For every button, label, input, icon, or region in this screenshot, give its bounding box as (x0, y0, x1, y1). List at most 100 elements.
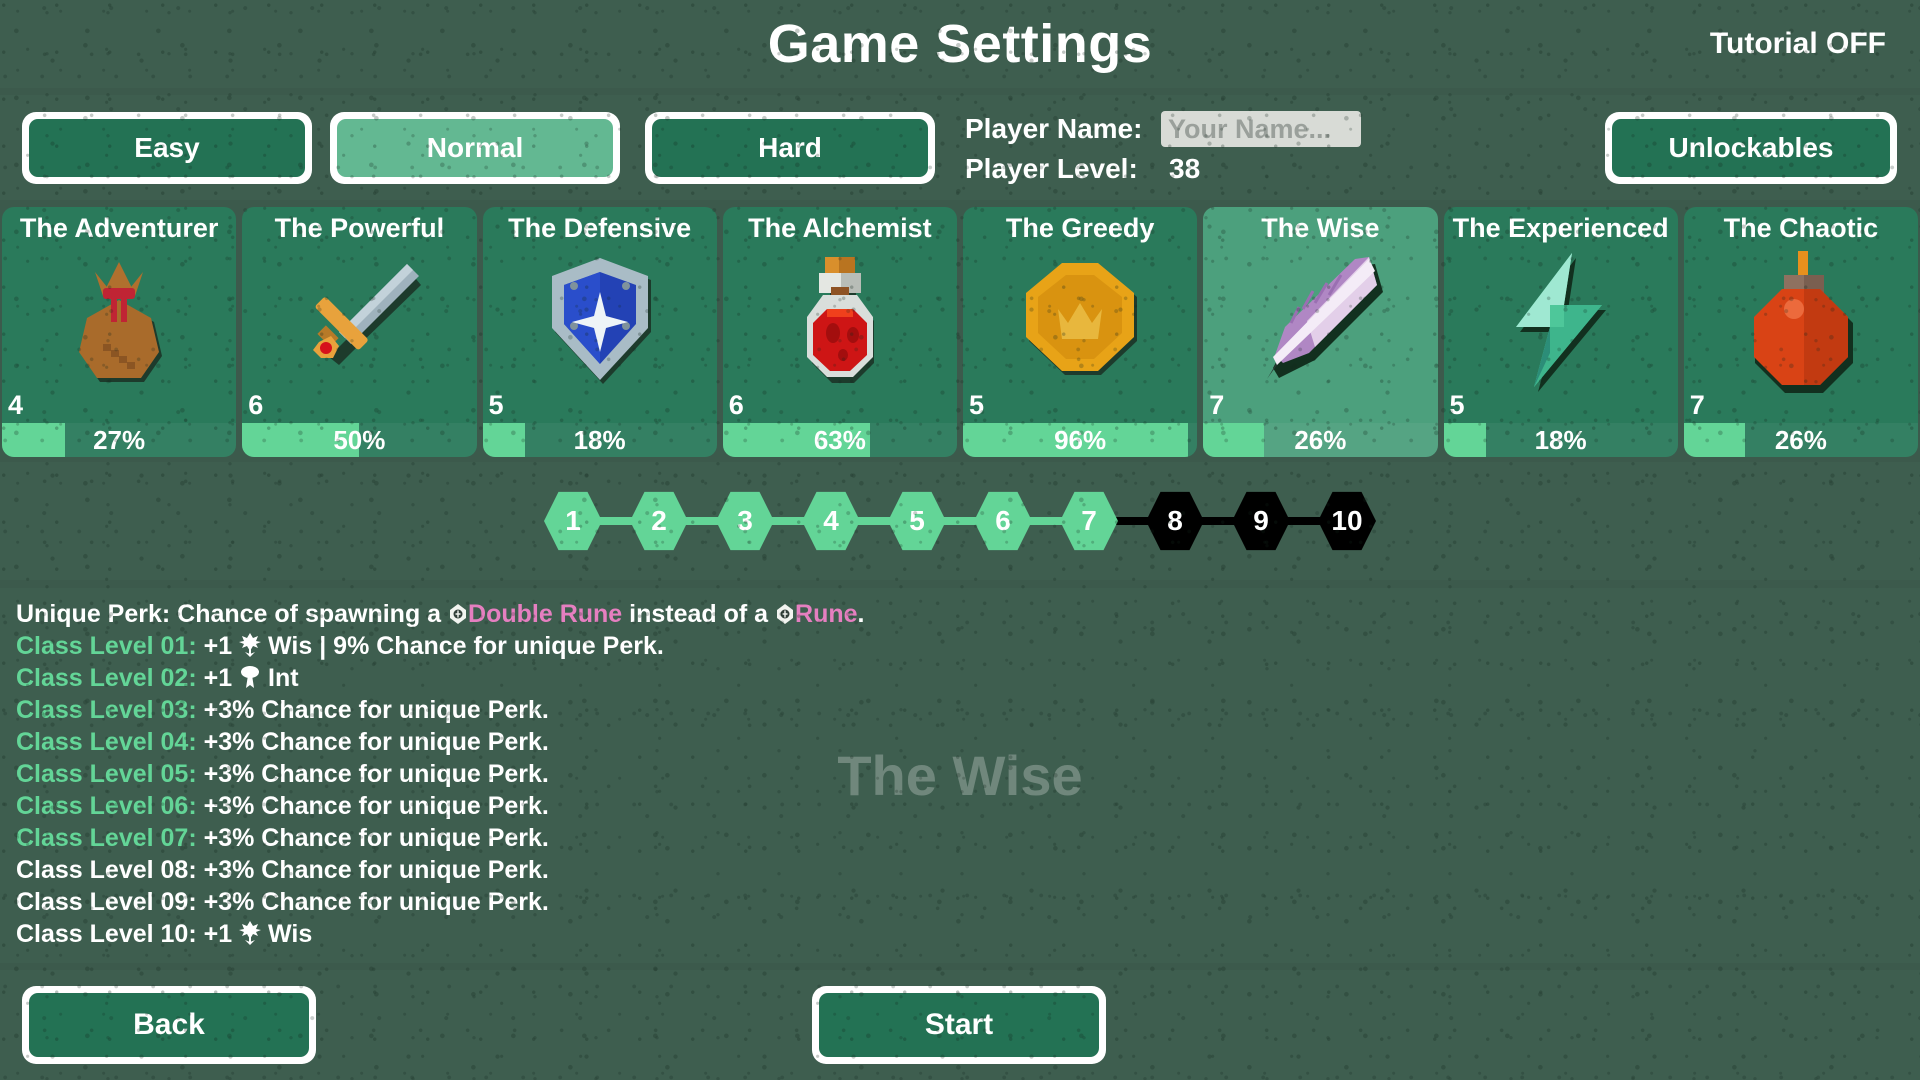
level-node-7[interactable]: 7 (1060, 491, 1118, 551)
class-card-level: 5 (1449, 390, 1465, 420)
class-card-the-powerful[interactable]: The Powerful 6 50% (242, 207, 477, 457)
class-card-percent: 96% (1054, 424, 1107, 455)
class-card-the-greedy[interactable]: The Greedy 5 96% (963, 207, 1198, 457)
class-card-title: The Adventurer (19, 213, 219, 243)
class-level-line: Class Level 01: +1 Wis | 9% Chance for u… (16, 630, 1904, 662)
class-level-line: Class Level 07: +3% Chance for unique Pe… (16, 822, 1904, 854)
unique-perk-middle: instead of a (622, 600, 776, 628)
class-description-panel: The Wise Unique Perk: Chance of spawning… (0, 588, 1920, 963)
class-card-title: The Greedy (1005, 213, 1155, 243)
wis-icon (239, 920, 262, 948)
feather-icon (1203, 245, 1437, 397)
class-level-text: Wis | 9% Chance for unique Perk. (268, 632, 664, 660)
class-card-progress: 18% (482, 423, 717, 457)
class-card-level: 7 (1209, 390, 1225, 420)
level-node-1[interactable]: 1 (544, 491, 602, 551)
class-level-line: Class Level 05: +3% Chance for unique Pe… (16, 758, 1904, 790)
class-card-percent: 27% (93, 424, 146, 455)
class-card-the-defensive[interactable]: The Defensive 5 18% (482, 207, 717, 457)
level-node-4[interactable]: 4 (802, 491, 860, 551)
class-card-progress: 63% (722, 423, 957, 457)
unlockables-label: Unlockables (1612, 119, 1890, 177)
class-level-text: Int (268, 664, 299, 692)
settings-toolbar: Easy Normal Hard Player Name: Player Lev… (0, 95, 1920, 200)
class-card-the-experienced[interactable]: The Experienced 5 18% (1443, 207, 1678, 457)
shield-icon (483, 245, 717, 397)
class-card-the-wise[interactable]: The Wise 7 26% (1203, 207, 1438, 457)
class-level-line: Class Level 02: +1 Int (16, 662, 1904, 694)
player-level-label: Player Level: (965, 153, 1138, 184)
class-level-label: Class Level 01: (16, 632, 197, 660)
class-level-label: Class Level 06: (16, 792, 197, 820)
lightning-icon (1444, 245, 1678, 397)
level-node-8[interactable]: 8 (1146, 491, 1204, 551)
class-card-the-adventurer[interactable]: The Adventurer 4 27% (2, 207, 237, 457)
level-node-9[interactable]: 9 (1232, 491, 1290, 551)
level-node-row: 1 2 3 4 5 6 7 8 9 10 (544, 490, 1376, 552)
class-level-label: Class Level 04: (16, 728, 197, 756)
difficulty-label-normal: Normal (337, 119, 613, 177)
class-level-delta: +1 (203, 632, 233, 660)
level-node-5[interactable]: 5 (888, 491, 946, 551)
back-button[interactable]: Back (22, 986, 316, 1064)
class-card-the-chaotic[interactable]: The Chaotic 7 26% (1683, 207, 1918, 457)
rune-icon (448, 600, 468, 628)
rune-icon (775, 600, 795, 628)
page-title: Game Settings (767, 14, 1153, 74)
class-level-line: Class Level 09: +3% Chance for unique Pe… (16, 886, 1904, 918)
class-level-line: Class Level 06: +3% Chance for unique Pe… (16, 790, 1904, 822)
class-card-progress: 18% (1443, 423, 1678, 457)
class-level-track: 1 2 3 4 5 6 7 8 9 10 (0, 462, 1920, 580)
difficulty-button-hard[interactable]: Hard (645, 112, 935, 184)
back-label: Back (29, 993, 309, 1057)
player-name-input[interactable] (1161, 111, 1361, 147)
player-level-value: 38 (1169, 153, 1201, 184)
class-level-track-panel: 1 2 3 4 5 6 7 8 9 10 (0, 462, 1920, 580)
class-card-percent: 26% (1294, 424, 1347, 455)
class-card-title: The Wise (1261, 213, 1380, 243)
class-card-level: 7 (1689, 390, 1705, 420)
start-button[interactable]: Start (812, 986, 1106, 1064)
double-rune-label: Double Rune (468, 600, 623, 628)
difficulty-button-easy[interactable]: Easy (22, 112, 312, 184)
class-level-line: Class Level 10: +1 Wis (16, 918, 1904, 950)
player-info-group: Player Name: Player Level: 38 (965, 109, 1361, 189)
start-label: Start (819, 993, 1099, 1057)
class-card-progress: 50% (242, 423, 477, 457)
level-node-2[interactable]: 2 (630, 491, 688, 551)
class-card-list: The Adventurer 4 27% The Powerful 6 50% … (0, 207, 1920, 457)
difficulty-button-normal[interactable]: Normal (330, 112, 620, 184)
coin-icon (963, 245, 1197, 397)
class-level-label: Class Level 08: (16, 856, 197, 884)
class-card-progress: 26% (1683, 423, 1918, 457)
class-level-text: +3% Chance for unique Perk. (203, 888, 549, 916)
tutorial-toggle-button[interactable]: Tutorial OFF (1710, 27, 1886, 61)
class-card-title: The Defensive (508, 213, 692, 243)
class-card-percent: 63% (813, 424, 866, 455)
level-node-3[interactable]: 3 (716, 491, 774, 551)
class-card-title: The Powerful (274, 213, 445, 243)
level-node-10[interactable]: 10 (1318, 491, 1376, 551)
class-card-progress: 96% (963, 423, 1198, 457)
class-card-level: 6 (728, 390, 744, 420)
class-level-text: +3% Chance for unique Perk. (203, 760, 549, 788)
class-level-text: Wis (268, 920, 313, 948)
class-level-text: +3% Chance for unique Perk. (203, 824, 549, 852)
class-card-the-alchemist[interactable]: The Alchemist 6 63% (722, 207, 957, 457)
sword-icon (242, 245, 476, 397)
class-card-level: 5 (488, 390, 504, 420)
class-level-delta: +1 (203, 920, 233, 948)
wis-icon (239, 632, 262, 660)
class-card-percent: 18% (573, 424, 626, 455)
class-card-title: The Alchemist (748, 213, 932, 243)
level-node-6[interactable]: 6 (974, 491, 1032, 551)
unlockables-button[interactable]: Unlockables (1605, 112, 1897, 184)
int-icon (239, 664, 261, 692)
class-card-level: 4 (8, 390, 24, 420)
unique-perk-line: Unique Perk: Chance of spawning a Double… (16, 598, 1904, 630)
class-level-line: Class Level 04: +3% Chance for unique Pe… (16, 726, 1904, 758)
player-name-label: Player Name: (965, 113, 1143, 144)
class-level-line: Class Level 08: +3% Chance for unique Pe… (16, 854, 1904, 886)
class-card-progress: 26% (1203, 423, 1438, 457)
class-level-label: Class Level 02: (16, 664, 197, 692)
